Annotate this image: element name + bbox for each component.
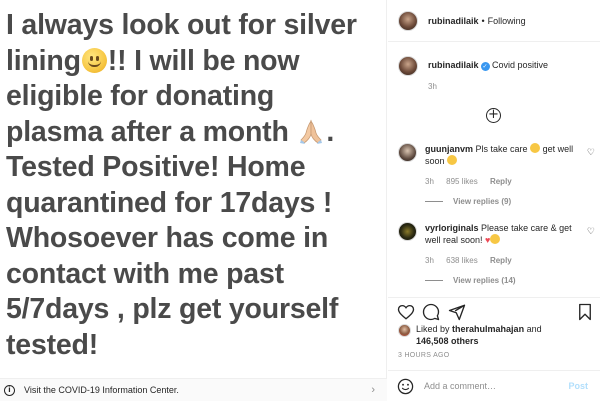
likes-count[interactable]: 146,508 others (416, 336, 479, 346)
comment-text: Please take care (481, 223, 549, 233)
post-line: 5/7days , plz get yourself (6, 293, 339, 325)
action-bar (388, 297, 600, 323)
comment-icon[interactable] (422, 303, 440, 321)
heart-icon[interactable]: ♡ (587, 226, 595, 237)
post-line: I always look out for silver (6, 9, 357, 41)
caption: rubinadilaik ✓ Covid positive 3h (398, 56, 593, 91)
add-comment-bar: Add a comment… Post (388, 370, 600, 401)
liked-by-label: Liked by (416, 324, 450, 334)
avatar[interactable] (398, 56, 418, 76)
view-replies-label[interactable]: View replies (9) (453, 197, 511, 206)
post-text: I always look out for silver lining!! I … (6, 8, 382, 363)
post-line: Whosoever has come in (6, 222, 329, 254)
caption-time[interactable]: 3h (428, 82, 548, 91)
following-button[interactable]: Following (488, 16, 526, 26)
comment-username[interactable]: guunjanvm (425, 144, 473, 154)
smiling-face-emoji-icon (81, 47, 107, 73)
verified-badge-icon: ✓ (480, 62, 490, 71)
liked-by-user[interactable]: therahulmahajan (452, 324, 524, 334)
comment-username[interactable]: vyrloriginals (425, 223, 479, 233)
post-line: Tested Positive! Home (6, 151, 306, 183)
likes-summary: Liked by therahulmahajan and 146,508 oth… (398, 323, 542, 347)
header-username[interactable]: rubinadilaik (428, 16, 479, 26)
divider (425, 280, 443, 281)
reply-button[interactable]: Reply (490, 256, 512, 265)
info-icon: i (4, 384, 15, 396)
comment-time[interactable]: 3h (425, 256, 434, 265)
covid-info-banner[interactable]: i Visit the COVID-19 Information Center.… (0, 378, 387, 401)
post-line: lining!! I will be now (6, 44, 300, 77)
post-line: eligible for donating (6, 80, 275, 112)
comment: guunjanvm Pls take care get well soon 3h… (398, 143, 595, 188)
covid-info-text[interactable]: Visit the COVID-19 Information Center. (24, 385, 179, 395)
folded-hands-emoji-icon (298, 118, 324, 144)
comment-likes[interactable]: 895 likes (446, 177, 478, 186)
smiley-icon[interactable] (397, 378, 414, 395)
comment-input[interactable]: Add a comment… (424, 381, 568, 391)
caption-text: Covid positive (492, 60, 549, 70)
view-replies-label[interactable]: View replies (14) (453, 276, 516, 285)
post-header: rubinadilaik • Following (388, 0, 600, 42)
comment: vyrloriginals Please take care & get wel… (398, 222, 595, 267)
share-icon[interactable] (448, 303, 466, 321)
post-side-panel: rubinadilaik • Following rubinadilaik ✓ C… (388, 0, 600, 401)
post-line: tested! (6, 328, 99, 361)
reply-button[interactable]: Reply (490, 177, 512, 186)
heart-icon[interactable] (397, 303, 415, 321)
post-line: contact with me past (6, 257, 284, 290)
divider (425, 201, 443, 202)
view-replies[interactable]: View replies (14) (425, 276, 516, 285)
post-line: plasma after a month . (6, 115, 335, 148)
avatar[interactable] (398, 324, 411, 337)
heart-icon[interactable]: ♡ (587, 147, 595, 158)
smiling-face-emoji-icon (447, 155, 458, 165)
caption-username[interactable]: rubinadilaik (428, 60, 479, 70)
comment-text: Pls take care (475, 144, 528, 154)
view-replies[interactable]: View replies (9) (425, 197, 511, 206)
hugging-face-emoji-icon (530, 143, 541, 153)
separator-dot: • (481, 15, 485, 26)
bookmark-icon[interactable] (576, 303, 594, 321)
post-comment-button[interactable]: Post (568, 381, 588, 391)
chevron-right-icon[interactable]: › (371, 384, 375, 396)
post-image[interactable]: I always look out for silver lining!! I … (0, 0, 387, 401)
hugging-face-emoji-icon (490, 234, 501, 244)
avatar[interactable] (398, 10, 418, 31)
comment-time[interactable]: 3h (425, 177, 434, 186)
post-timestamp[interactable]: 3 HOURS AGO (398, 352, 450, 359)
comment-likes[interactable]: 638 likes (446, 256, 478, 265)
avatar[interactable] (398, 222, 417, 241)
post-line: quarantined for 17days ! (6, 186, 333, 219)
avatar[interactable] (398, 143, 417, 162)
plus-circle-icon[interactable]: + (486, 108, 501, 123)
likes-and: and (526, 324, 542, 334)
